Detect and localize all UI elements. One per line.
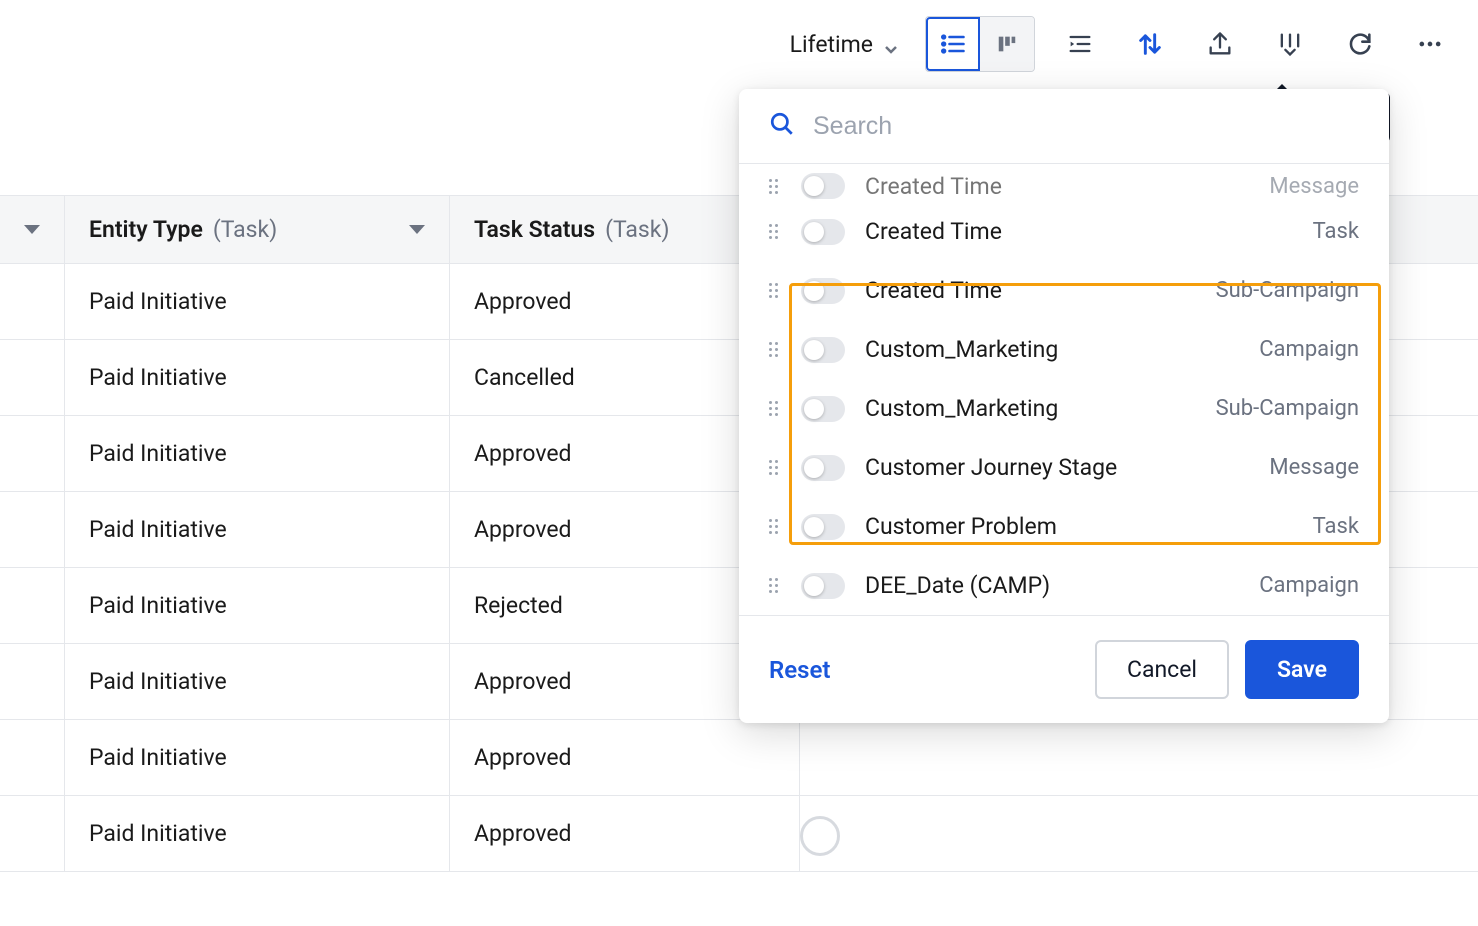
indent-icon [1066, 30, 1094, 58]
column-option: Custom_Marketing Campaign [739, 320, 1389, 379]
timeframe-dropdown[interactable]: Lifetime [790, 31, 899, 58]
column-category: Message [1269, 174, 1359, 199]
column-option: Customer Journey Stage Message [739, 438, 1389, 497]
column-option: DEE_Date (CAMP) Campaign [739, 556, 1389, 615]
entity-cell: Paid Initiative [65, 416, 450, 491]
column-toggle[interactable] [801, 514, 845, 540]
entity-cell: Paid Initiative [65, 568, 450, 643]
column-toggle[interactable] [801, 337, 845, 363]
column-toggle[interactable] [801, 278, 845, 304]
entity-cell: Paid Initiative [65, 644, 450, 719]
more-icon [1416, 30, 1444, 58]
column-category: Campaign [1259, 573, 1359, 598]
top-toolbar: Lifetime [790, 16, 1445, 72]
column-name: Custom_Marketing [865, 336, 1239, 363]
row-cell [0, 340, 65, 415]
refresh-icon [1346, 30, 1374, 58]
column-category: Campaign [1259, 337, 1359, 362]
column-toggle[interactable] [801, 396, 845, 422]
caret-down-icon [409, 225, 425, 234]
column-toggle[interactable] [801, 173, 845, 199]
status-cell: Approved [450, 720, 800, 795]
table-row[interactable]: Paid InitiativeApproved [0, 720, 1478, 796]
row-cell [0, 492, 65, 567]
entity-cell: Paid Initiative [65, 492, 450, 567]
drag-handle-icon[interactable] [769, 224, 781, 239]
column-name: Customer Journey Stage [865, 454, 1249, 481]
column-option: Customer Problem Task [739, 497, 1389, 556]
drag-handle-icon[interactable] [769, 342, 781, 357]
export-button[interactable] [1205, 29, 1235, 59]
row-cell [0, 264, 65, 339]
column-category: Task [1313, 514, 1359, 539]
reset-button[interactable]: Reset [769, 656, 830, 684]
column-name: Created Time [865, 173, 1249, 200]
indent-button[interactable] [1065, 29, 1095, 59]
column-toggle[interactable] [801, 455, 845, 481]
row-cell [0, 720, 65, 795]
panel-footer: Reset Cancel Save [739, 615, 1389, 723]
board-view-button[interactable] [980, 17, 1034, 71]
sort-icon [1136, 30, 1164, 58]
column-option: Created Time Message [739, 170, 1389, 202]
save-button[interactable]: Save [1245, 640, 1359, 699]
search-input[interactable] [813, 112, 1359, 141]
column-name: Created Time [865, 218, 1293, 245]
panel-search [739, 89, 1389, 164]
table-row[interactable]: Paid InitiativeApproved [0, 796, 1478, 872]
column-category: Sub-Campaign [1216, 396, 1359, 421]
entity-cell: Paid Initiative [65, 796, 450, 871]
drag-handle-icon[interactable] [769, 578, 781, 593]
row-cell [0, 568, 65, 643]
drag-handle-icon[interactable] [769, 460, 781, 475]
entity-cell: Paid Initiative [65, 264, 450, 339]
sort-button[interactable] [1135, 29, 1165, 59]
list-icon [939, 30, 967, 58]
view-toggle [925, 16, 1035, 72]
column-category: Task [1313, 219, 1359, 244]
entity-cell: Paid Initiative [65, 340, 450, 415]
column-toggle[interactable] [801, 573, 845, 599]
manage-columns-panel: Created TimeMessageCreated TimeTaskCreat… [739, 89, 1389, 723]
column-toggle[interactable] [801, 219, 845, 245]
chevron-down-icon [883, 36, 899, 52]
row-cell [0, 644, 65, 719]
column-name: Custom_Marketing [865, 395, 1196, 422]
column-category: Message [1269, 455, 1359, 480]
column-header-entity-type[interactable]: Entity Type (Task) [65, 196, 450, 263]
column-name: Customer Problem [865, 513, 1293, 540]
cancel-button[interactable]: Cancel [1095, 640, 1229, 699]
timeframe-label: Lifetime [790, 31, 873, 58]
export-icon [1206, 30, 1234, 58]
drag-handle-icon[interactable] [769, 519, 781, 534]
columns-icon [1276, 30, 1304, 58]
refresh-button[interactable] [1345, 29, 1375, 59]
status-cell: Approved [450, 796, 800, 871]
search-icon [769, 111, 795, 141]
toolbar-actions [1065, 29, 1445, 59]
more-button[interactable] [1415, 29, 1445, 59]
column-option: Created Time Task [739, 202, 1389, 261]
drag-handle-icon[interactable] [769, 179, 781, 194]
column-name: DEE_Date (CAMP) [865, 572, 1239, 599]
manage-columns-button[interactable] [1275, 29, 1305, 59]
column-option: Custom_Marketing Sub-Campaign [739, 379, 1389, 438]
column-name: Created Time [865, 277, 1196, 304]
column-filter-first[interactable] [0, 196, 65, 263]
avatar-icon [800, 816, 840, 856]
columns-list[interactable]: Created TimeMessageCreated TimeTaskCreat… [739, 164, 1389, 615]
drag-handle-icon[interactable] [769, 401, 781, 416]
background-row-peek [800, 816, 840, 856]
column-option: Created Time Sub-Campaign [739, 261, 1389, 320]
drag-handle-icon[interactable] [769, 283, 781, 298]
list-view-button[interactable] [926, 17, 980, 71]
column-category: Sub-Campaign [1216, 278, 1359, 303]
entity-cell: Paid Initiative [65, 720, 450, 795]
caret-down-icon [24, 225, 40, 234]
row-cell [0, 416, 65, 491]
row-cell [0, 796, 65, 871]
board-icon [996, 33, 1018, 55]
